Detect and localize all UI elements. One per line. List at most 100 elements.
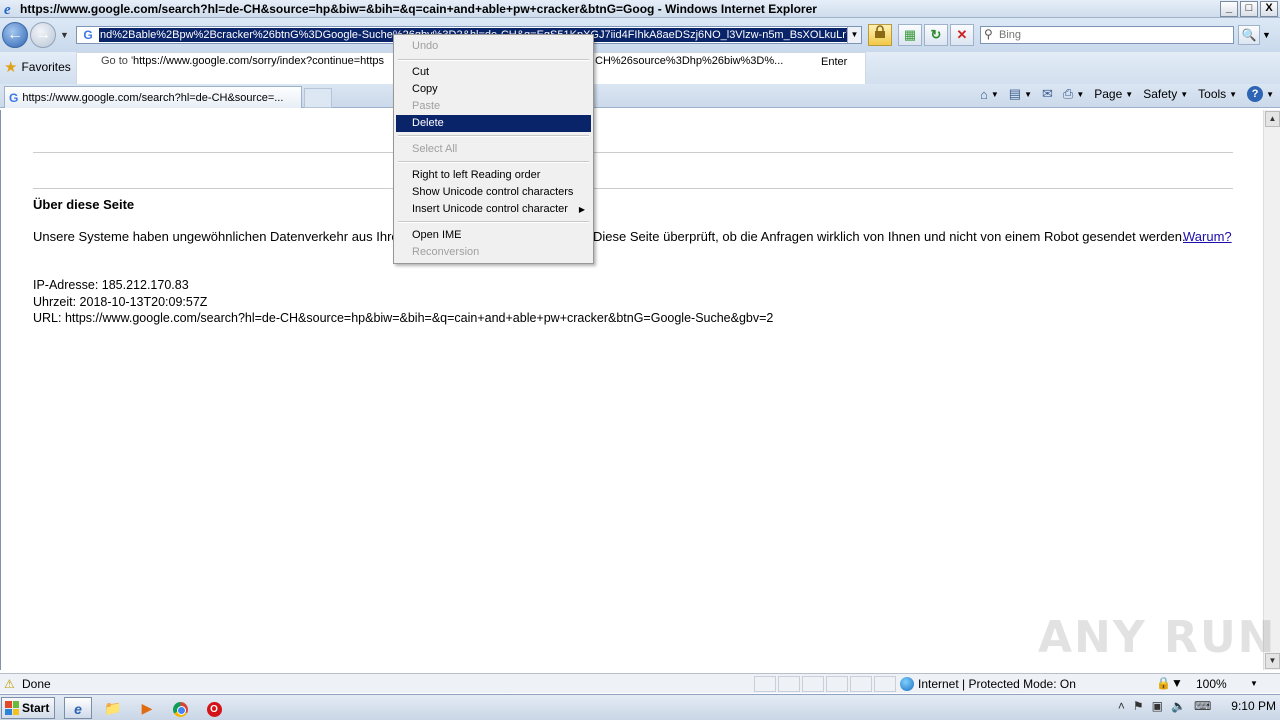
close-button[interactable]: X	[1260, 1, 1278, 17]
read-mail-icon[interactable]: ✉	[1042, 86, 1053, 102]
svg-text:e: e	[4, 2, 11, 17]
request-info: IP-Adresse: 185.212.170.83 Uhrzeit: 2018…	[33, 277, 773, 327]
window-controls: _ □ X	[1220, 1, 1278, 17]
paragraph-start: Unsere Systeme haben ungewöhnlichen Date…	[33, 229, 399, 244]
status-bar: ⚠ Done Internet | Protected Mode: On 🔒▼ …	[0, 673, 1280, 693]
tab-title: https://www.google.com/search?hl=de-CH&s…	[22, 91, 284, 104]
help-menu[interactable]: ? ▼	[1247, 86, 1274, 102]
clock[interactable]: 9:10 PM	[1231, 699, 1276, 713]
vertical-scrollbar[interactable]: ▲ ▼	[1263, 110, 1280, 670]
command-bar: ⌂ ▼ ▤ ▼ ✉ ⎙ ▼ Page ▼ Safety ▼ Tools ▼ ? ▼	[980, 86, 1274, 102]
refresh-button[interactable]: ↻	[924, 24, 948, 46]
menu-item-insert-unicode-label: Insert Unicode control character	[412, 203, 568, 215]
forward-button[interactable]: →	[30, 22, 56, 48]
status-pane	[802, 676, 824, 692]
windows-logo-icon	[5, 701, 19, 715]
taskbar-chrome-icon[interactable]	[166, 697, 194, 719]
zoom-dropdown[interactable]: ▼	[1250, 679, 1258, 688]
request-url: URL: https://www.google.com/search?hl=de…	[33, 311, 774, 325]
search-input[interactable]	[999, 28, 1229, 42]
action-center-flag-icon[interactable]: ⚑	[1133, 699, 1144, 713]
divider	[33, 188, 1233, 189]
taskbar-explorer-icon[interactable]: 📁	[99, 697, 127, 719]
title-bar: e https://www.google.com/search?hl=de-CH…	[0, 0, 1280, 18]
home-icon: ⌂	[980, 86, 988, 102]
goto-enter-hint: Enter	[821, 56, 848, 68]
taskbar-media-player-icon[interactable]: ▶	[133, 697, 161, 719]
submenu-arrow-icon: ▶	[578, 205, 585, 214]
search-box[interactable]: ⚲	[980, 26, 1234, 44]
menu-separator	[398, 135, 589, 137]
security-lock-button[interactable]	[868, 24, 892, 46]
zoom-level[interactable]: 100%	[1196, 677, 1227, 691]
status-pane	[826, 676, 848, 692]
status-pane	[778, 676, 800, 692]
lock-icon	[875, 25, 885, 38]
favorites-button[interactable]: ★ Favorites	[4, 58, 71, 76]
menu-separator	[398, 161, 589, 163]
address-dropdown-button[interactable]: ▼	[847, 27, 861, 43]
rss-icon: ▤	[1008, 86, 1022, 101]
printer-icon: ⎙	[1062, 86, 1074, 101]
protected-mode-icon[interactable]: 🔒▼	[1156, 676, 1183, 690]
page-menu[interactable]: Page ▼	[1094, 87, 1133, 101]
menu-item-rtl-reading-order[interactable]: Right to left Reading order	[396, 167, 591, 184]
warning-icon: ⚠	[4, 677, 15, 691]
menu-item-show-unicode[interactable]: Show Unicode control characters	[396, 184, 591, 201]
tools-menu[interactable]: Tools ▼	[1198, 87, 1237, 101]
page-content: Über diese Seite Unsere Systeme haben un…	[0, 110, 1263, 670]
context-menu: Undo Cut Copy Paste Delete Select All Ri…	[393, 34, 594, 264]
paragraph-end: Diese Seite überprüft, ob die Anfragen w…	[593, 229, 1186, 244]
menu-item-insert-unicode[interactable]: Insert Unicode control character ▶	[396, 201, 591, 218]
menu-item-delete[interactable]: Delete	[396, 115, 591, 132]
stop-button[interactable]: ✕	[950, 24, 974, 46]
minimize-button[interactable]: _	[1220, 1, 1238, 17]
menu-item-reconversion[interactable]: Reconversion	[396, 244, 591, 261]
scroll-up-button[interactable]: ▲	[1265, 111, 1280, 127]
tab-google-favicon-icon: G	[9, 90, 19, 105]
menu-item-open-ime[interactable]: Open IME	[396, 227, 591, 244]
security-zone[interactable]: Internet | Protected Mode: On	[900, 677, 1076, 691]
anyrun-watermark: ANY RUN	[1038, 612, 1277, 663]
tab-google-search[interactable]: G https://www.google.com/search?hl=de-CH…	[4, 86, 302, 108]
taskbar-opera-icon[interactable]: O	[200, 697, 228, 719]
goto-url[interactable]: https://www.google.com/sorry/index?conti…	[133, 55, 389, 67]
safety-menu[interactable]: Safety ▼	[1143, 87, 1188, 101]
unusual-traffic-paragraph: Unsere Systeme haben ungewöhnlichen Date…	[33, 229, 1232, 244]
home-button[interactable]: ⌂ ▼	[980, 87, 999, 102]
volume-icon[interactable]: 🔈	[1171, 699, 1186, 713]
menu-item-cut[interactable]: Cut	[396, 64, 591, 81]
page-heading: Über diese Seite	[33, 197, 135, 212]
favorites-star-icon: ★	[4, 59, 18, 76]
help-icon: ?	[1247, 86, 1264, 102]
new-tab-button[interactable]	[304, 88, 332, 108]
taskbar: Start e 📁 ▶ O ˄ ⚑ ▣ 🔈 ⌨ 9:10 PM	[0, 694, 1280, 720]
tray-expand-icon[interactable]: ˄	[1118, 699, 1125, 713]
menu-separator	[398, 221, 589, 223]
navigation-bar: ← → ▼ G nd%2Bable%2Bpw%2Bcracker%26btnG%…	[0, 18, 1280, 52]
timestamp: Uhrzeit: 2018-10-13T20:09:57Z	[33, 294, 208, 309]
maximize-button[interactable]: □	[1240, 1, 1258, 17]
search-options-dropdown[interactable]: ▼	[1262, 30, 1271, 40]
start-button[interactable]: Start	[1, 697, 55, 719]
network-icon[interactable]: ▣	[1152, 699, 1163, 713]
menu-item-copy[interactable]: Copy	[396, 81, 591, 98]
compatibility-view-button[interactable]: ▦	[898, 24, 922, 46]
keyboard-icon[interactable]: ⌨	[1194, 699, 1211, 713]
window-title: https://www.google.com/search?hl=de-CH&s…	[20, 2, 817, 16]
zone-text: Internet | Protected Mode: On	[918, 677, 1076, 691]
menu-item-select-all[interactable]: Select All	[396, 141, 591, 158]
menu-item-paste[interactable]: Paste	[396, 98, 591, 115]
status-text: Done	[22, 677, 51, 691]
why-link[interactable]: Warum?	[1183, 229, 1232, 244]
recent-pages-dropdown[interactable]: ▼	[60, 30, 69, 40]
goto-url-tail[interactable]: CH%26source%3Dhp%26biw%3D%...	[595, 55, 783, 67]
google-favicon-icon: G	[83, 28, 93, 42]
back-button[interactable]: ←	[2, 22, 28, 48]
taskbar-ie-icon[interactable]: e	[64, 697, 92, 719]
start-label: Start	[22, 701, 50, 715]
feeds-button[interactable]: ▤ ▼	[1009, 86, 1032, 102]
print-button[interactable]: ⎙ ▼	[1063, 86, 1084, 102]
menu-item-undo[interactable]: Undo	[396, 38, 591, 55]
search-button[interactable]: 🔍	[1238, 25, 1260, 45]
